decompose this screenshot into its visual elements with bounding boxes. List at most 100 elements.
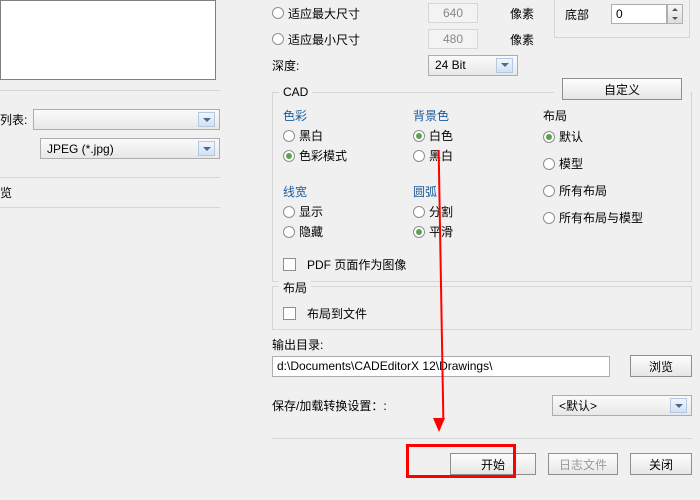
margin-bottom-input[interactable]: 0	[611, 4, 667, 24]
format-dropdown[interactable]: JPEG (*.jpg)	[40, 138, 220, 159]
layout-default-radio[interactable]: 默认	[543, 128, 683, 145]
radio-icon	[413, 226, 425, 238]
list-label: 列表:	[0, 111, 27, 128]
lw-hide-radio[interactable]: 隐藏	[283, 223, 393, 240]
layout-allmodel-label: 所有布局与模型	[559, 209, 643, 226]
layout-model-label: 模型	[559, 155, 583, 172]
spinner-icon[interactable]	[667, 4, 683, 24]
fitmax-value: 640	[443, 6, 463, 20]
pixel-unit: 像素	[510, 31, 534, 48]
browse-button-label: 浏览	[649, 358, 673, 375]
browse-button[interactable]: 浏览	[630, 355, 692, 377]
fitmin-radio-row[interactable]: 适应最小尺寸	[272, 31, 422, 48]
lw-show-radio[interactable]: 显示	[283, 203, 393, 220]
lw-hide-label: 隐藏	[299, 223, 323, 240]
custom-button-label: 自定义	[604, 81, 640, 98]
layout-tofile-checkbox-row[interactable]: 布局到文件	[283, 305, 681, 322]
settings-value: <默认>	[559, 397, 597, 414]
log-button-label: 日志文件	[559, 456, 607, 473]
radio-icon	[543, 158, 555, 170]
close-button[interactable]: 关闭	[630, 453, 692, 475]
output-label: 输出目录:	[272, 336, 692, 353]
radio-icon	[272, 7, 284, 19]
lw-show-label: 显示	[299, 203, 323, 220]
fitmax-radio-row[interactable]: 适应最大尺寸	[272, 5, 422, 22]
radio-icon	[543, 212, 555, 224]
chevron-down-icon	[501, 63, 509, 67]
log-button[interactable]: 日志文件	[548, 453, 618, 475]
layout-default-label: 默认	[559, 128, 583, 145]
cad-group: CAD 色彩 黑白 色彩模式 线宽 显示 隐藏 背景色 白色 黑白 圆弧	[272, 92, 692, 282]
color-colormode-radio[interactable]: 色彩模式	[283, 147, 393, 164]
bg-title: 背景色	[413, 107, 523, 124]
color-title: 色彩	[283, 107, 393, 124]
color-colormode-label: 色彩模式	[299, 147, 347, 164]
separator	[0, 207, 220, 208]
close-button-label: 关闭	[649, 456, 673, 473]
output-path-value: d:\Documents\CADEditorX 12\Drawings\	[277, 359, 492, 373]
layout-tofile-label: 布局到文件	[307, 305, 367, 322]
checkbox-icon	[283, 307, 296, 320]
layout-model-radio[interactable]: 模型	[543, 155, 683, 172]
layout-file-group: 布局 布局到文件	[272, 286, 692, 330]
bg-white-radio[interactable]: 白色	[413, 127, 523, 144]
separator	[0, 177, 220, 178]
fitmax-label: 适应最大尺寸	[288, 5, 360, 22]
fitmin-input[interactable]: 480	[428, 29, 478, 49]
chevron-down-icon	[672, 17, 678, 20]
separator	[0, 90, 220, 91]
arc-smooth-radio[interactable]: 平滑	[413, 223, 523, 240]
lw-title: 线宽	[283, 183, 393, 200]
list-dropdown[interactable]	[33, 109, 220, 130]
arc-title: 圆弧	[413, 183, 523, 200]
color-bw-radio[interactable]: 黑白	[283, 127, 393, 144]
bg-black-radio[interactable]: 黑白	[413, 147, 523, 164]
settings-dropdown[interactable]: <默认>	[552, 395, 692, 416]
radio-icon	[283, 206, 295, 218]
depth-value: 24 Bit	[435, 58, 466, 72]
bg-black-label: 黑白	[429, 147, 453, 164]
format-dropdown-value: JPEG (*.jpg)	[47, 142, 114, 156]
fitmax-input[interactable]: 640	[428, 3, 478, 23]
checkbox-icon	[283, 258, 296, 271]
chevron-down-icon	[203, 118, 211, 122]
fitmin-label: 适应最小尺寸	[288, 31, 360, 48]
annotation-highlight-box	[406, 444, 516, 478]
layout-file-title: 布局	[279, 279, 311, 296]
layout-allmodel-radio[interactable]: 所有布局与模型	[543, 209, 683, 226]
annotation-arrow-head	[433, 418, 445, 432]
chevron-down-icon	[203, 147, 211, 151]
preview-box	[0, 0, 216, 80]
chevron-up-icon	[672, 8, 678, 11]
pdf-image-label: PDF 页面作为图像	[307, 256, 406, 273]
radio-icon	[283, 150, 295, 162]
arc-split-radio[interactable]: 分割	[413, 203, 523, 220]
layout-all-radio[interactable]: 所有布局	[543, 182, 683, 199]
margin-bottom-value: 0	[612, 7, 666, 21]
preview-label: 览	[0, 186, 12, 200]
radio-icon	[283, 130, 295, 142]
bg-white-label: 白色	[429, 127, 453, 144]
arc-split-label: 分割	[429, 203, 453, 220]
radio-icon	[413, 150, 425, 162]
margin-group: 底部 0	[554, 0, 690, 38]
pdf-image-checkbox-row[interactable]: PDF 页面作为图像	[283, 256, 406, 273]
separator	[272, 438, 692, 439]
cad-group-title: CAD	[279, 85, 312, 99]
depth-label: 深度:	[272, 57, 422, 74]
layout-all-label: 所有布局	[559, 182, 607, 199]
radio-icon	[272, 33, 284, 45]
radio-icon	[413, 130, 425, 142]
settings-label: 保存/加载转换设置：:	[272, 397, 387, 414]
radio-icon	[543, 185, 555, 197]
margin-bottom-label: 底部	[565, 6, 605, 23]
radio-icon	[543, 131, 555, 143]
custom-button[interactable]: 自定义	[562, 78, 682, 100]
layout-title: 布局	[543, 107, 683, 124]
fitmin-value: 480	[443, 32, 463, 46]
radio-icon	[283, 226, 295, 238]
radio-icon	[413, 206, 425, 218]
depth-dropdown[interactable]: 24 Bit	[428, 55, 518, 76]
chevron-down-icon	[675, 404, 683, 408]
color-bw-label: 黑白	[299, 127, 323, 144]
